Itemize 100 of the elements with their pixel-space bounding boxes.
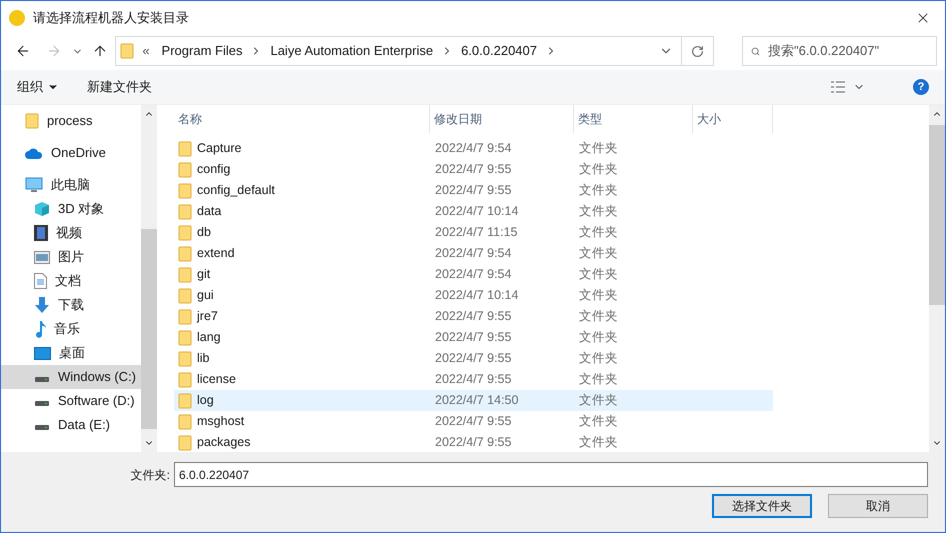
scrollbar[interactable]: [141, 105, 157, 452]
folder-icon: [178, 246, 192, 262]
breadcrumb[interactable]: Program Files: [162, 41, 242, 61]
folder-icon: [178, 414, 192, 430]
type-cell-text: 文件夹: [578, 287, 619, 304]
picture-icon: [34, 250, 50, 264]
file-row[interactable]: lib 2022/4/7 9:55 文件夹: [174, 348, 773, 369]
folder-icon: [178, 434, 192, 450]
search-input[interactable]: 搜索"6.0.0.220407": [768, 41, 928, 61]
column-header[interactable]: 大小: [693, 105, 773, 133]
refresh-icon[interactable]: [691, 44, 704, 58]
folder-icon: [178, 372, 192, 388]
cancel-button[interactable]: 取消: [828, 494, 928, 518]
date-cell-text: 2022/4/7 10:14: [434, 203, 520, 220]
file-name: packages: [197, 434, 251, 452]
sidebar-item[interactable]: 此电脑: [1, 173, 141, 197]
breadcrumb[interactable]: Laiye Automation Enterprise: [270, 41, 434, 61]
date-cell-text: 2022/4/7 9:55: [434, 434, 512, 452]
folder-icon: [178, 224, 192, 240]
file-name: license: [197, 371, 236, 388]
type-cell-text: 文件夹: [578, 413, 619, 430]
sidebar-item[interactable]: Software (D:): [1, 389, 141, 413]
file-name: gui: [197, 287, 214, 304]
sidebar-item[interactable]: process: [1, 109, 141, 133]
file-name: data: [197, 203, 222, 220]
file-name: Capture: [197, 140, 242, 158]
sidebar-item[interactable]: 视频: [1, 221, 141, 245]
file-name: lang: [197, 329, 221, 346]
date-cell-text: 2022/4/7 10:14: [434, 287, 520, 304]
date-cell-text: 2022/4/7 9:54: [434, 245, 512, 262]
file-row[interactable]: db 2022/4/7 11:15 文件夹: [174, 222, 773, 243]
overflow-marker[interactable]: «: [142, 41, 150, 61]
sidebar-item[interactable]: 下载: [1, 293, 141, 317]
column-header[interactable]: 类型: [574, 105, 693, 133]
file-row[interactable]: config_default 2022/4/7 9:55 文件夹: [174, 180, 773, 201]
file-row[interactable]: msghost 2022/4/7 9:55 文件夹: [174, 411, 773, 432]
file-row[interactable]: extend 2022/4/7 9:54 文件夹: [174, 243, 773, 264]
file-row[interactable]: log 2022/4/7 14:50 文件夹: [174, 390, 773, 411]
sidebar-item[interactable]: Data (E:): [1, 413, 141, 437]
file-row[interactable]: jre7 2022/4/7 9:55 文件夹: [174, 306, 773, 327]
select-folder-button[interactable]: 选择文件夹: [712, 494, 812, 518]
details-view-icon: [831, 81, 845, 93]
file-row[interactable]: lang 2022/4/7 9:55 文件夹: [174, 327, 773, 348]
sidebar-item[interactable]: 3D 对象: [1, 197, 141, 221]
sidebar-item[interactable]: 音乐: [1, 317, 141, 341]
type-cell-text: 文件夹: [578, 371, 619, 388]
breadcrumb[interactable]: 6.0.0.220407: [461, 41, 537, 61]
folder-icon: [178, 140, 192, 156]
type-cell-text: 文件夹: [578, 203, 619, 220]
folder-icon: [178, 308, 192, 324]
search-field[interactable]: 搜索"6.0.0.220407": [742, 36, 937, 66]
type-cell-text: 文件夹: [578, 329, 619, 346]
file-name: lib: [197, 350, 210, 368]
date-cell-text: 2022/4/7 9:54: [434, 140, 512, 158]
view-options-button[interactable]: [831, 81, 865, 93]
folder-icon: [178, 204, 192, 220]
folder-icon: [178, 330, 192, 346]
column-header[interactable]: 修改日期: [430, 105, 574, 133]
film-icon: [34, 225, 48, 241]
type-cell-text: 文件夹: [578, 182, 619, 200]
scrollbar[interactable]: [929, 105, 945, 452]
sidebar-item[interactable]: OneDrive: [1, 141, 141, 165]
column-header[interactable]: 名称: [174, 105, 430, 133]
type-cell-text: 文件夹: [578, 308, 619, 326]
date-cell-text: 2022/4/7 14:50: [434, 392, 520, 410]
file-name: config_default: [197, 182, 275, 200]
organize-menu[interactable]: 组织: [17, 77, 59, 97]
file-row[interactable]: packages 2022/4/7 9:55 文件夹: [174, 432, 773, 452]
new-folder-button[interactable]: 新建文件夹: [87, 77, 152, 97]
type-cell-text: 文件夹: [578, 140, 619, 158]
folder-label: 文件夹:: [130, 466, 170, 484]
sidebar-item[interactable]: 图片: [1, 245, 141, 269]
folder-icon: [120, 43, 134, 59]
file-row[interactable]: license 2022/4/7 9:55 文件夹: [174, 369, 773, 390]
type-cell-text: 文件夹: [578, 161, 619, 178]
type-cell-text: 文件夹: [578, 266, 619, 284]
help-button[interactable]: ?: [913, 79, 929, 95]
sidebar-item[interactable]: 文档: [1, 269, 141, 293]
file-row[interactable]: data 2022/4/7 10:14 文件夹: [174, 201, 773, 222]
desktop-icon: [34, 346, 51, 360]
folder-icon: [178, 288, 192, 304]
file-row[interactable]: config 2022/4/7 9:55 文件夹: [174, 159, 773, 180]
cloud-icon: [25, 148, 43, 158]
file-row[interactable]: gui 2022/4/7 10:14 文件夹: [174, 285, 773, 306]
type-cell-text: 文件夹: [578, 350, 619, 368]
file-name: jre7: [197, 308, 218, 326]
date-cell-text: 2022/4/7 11:15: [434, 224, 518, 242]
file-name: msghost: [197, 413, 244, 430]
sidebar-item[interactable]: 桌面: [1, 341, 141, 365]
window-title: 请选择流程机器人安装目录: [33, 9, 189, 28]
file-row[interactable]: Capture 2022/4/7 9:54 文件夹: [174, 138, 773, 159]
monitor-icon: [25, 177, 43, 193]
date-cell-text: 2022/4/7 9:55: [434, 182, 512, 200]
folder-input[interactable]: 6.0.0.220407: [174, 462, 928, 487]
sidebar-item[interactable]: Windows (C:): [1, 365, 141, 389]
address-bar[interactable]: « Program Files Laiye Automation Enterprise 6.0.0.220407: [115, 36, 714, 66]
date-cell-text: 2022/4/7 9:55: [434, 329, 512, 346]
file-row[interactable]: git 2022/4/7 9:54 文件夹: [174, 264, 773, 285]
folder-icon: [178, 392, 192, 408]
file-name: db: [197, 224, 211, 242]
